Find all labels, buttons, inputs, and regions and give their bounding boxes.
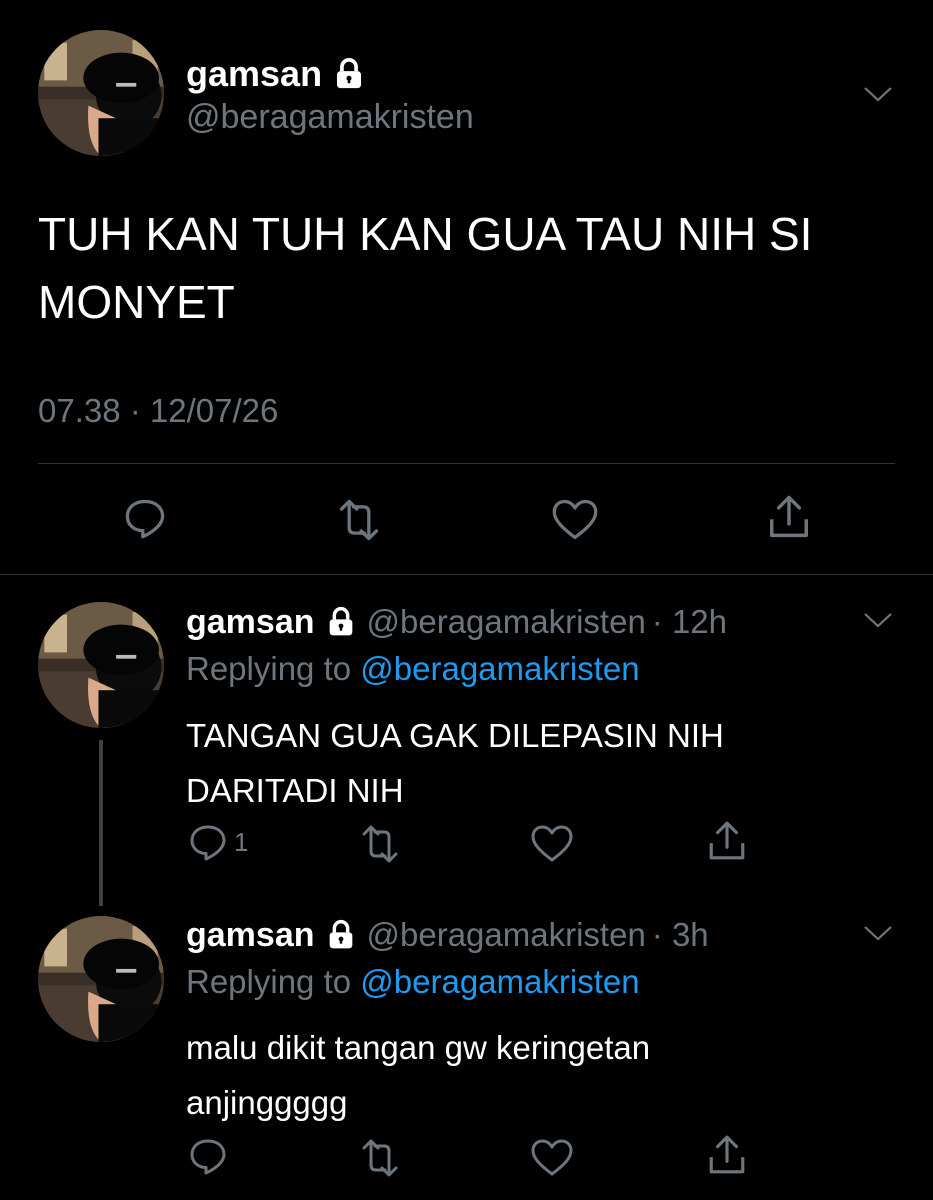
reply-icon[interactable] xyxy=(188,1136,228,1176)
like-icon[interactable] xyxy=(530,824,574,864)
chevron-down-icon[interactable] xyxy=(863,84,893,104)
retweet-icon[interactable] xyxy=(358,1138,402,1178)
reply-header: gamsan @beragamakristen · 3h xyxy=(186,913,709,957)
replying-to-link[interactable]: @beragamakristen xyxy=(360,963,639,1000)
retweet-icon[interactable] xyxy=(335,498,383,542)
author-name[interactable]: gamsan xyxy=(186,603,315,642)
lock-icon xyxy=(325,919,357,951)
author-handle[interactable]: @beragamakristen xyxy=(367,916,646,954)
avatar[interactable] xyxy=(38,602,164,728)
divider xyxy=(0,574,933,575)
reply-time: · 12h xyxy=(651,603,728,640)
divider xyxy=(38,463,895,464)
chevron-down-icon[interactable] xyxy=(863,923,893,943)
replying-to: Replying to @beragamakristen xyxy=(186,963,640,1001)
author-line: gamsan xyxy=(186,52,366,96)
chevron-down-icon[interactable] xyxy=(863,610,893,630)
author-handle[interactable]: @beragamakristen xyxy=(186,98,474,137)
share-icon[interactable] xyxy=(706,1134,748,1176)
replying-label: Replying to xyxy=(186,650,352,687)
author-name[interactable]: gamsan xyxy=(186,916,315,955)
like-icon[interactable] xyxy=(551,498,599,542)
reply-text: malu dikit tangan gw keringetan anjinggg… xyxy=(186,1029,651,1121)
share-icon[interactable] xyxy=(706,820,748,862)
reply-icon[interactable] xyxy=(123,496,167,540)
avatar[interactable] xyxy=(38,916,164,1042)
reply-icon[interactable] xyxy=(188,822,228,862)
reply-header: gamsan @beragamakristen · 12h xyxy=(186,600,727,644)
like-icon[interactable] xyxy=(530,1138,574,1178)
reply-count: 1 xyxy=(234,826,249,857)
avatar[interactable] xyxy=(38,30,164,156)
replying-label: Replying to xyxy=(186,963,352,1000)
author-handle[interactable]: @beragamakristen xyxy=(367,603,646,641)
lock-icon xyxy=(332,57,366,91)
replying-to-link[interactable]: @beragamakristen xyxy=(360,650,639,687)
reply-time: · 3h xyxy=(651,916,709,953)
lock-icon xyxy=(325,606,357,638)
replying-to: Replying to @beragamakristen xyxy=(186,650,640,688)
reply-action-group: 1 xyxy=(188,822,248,862)
tweet-timestamp: 07.38 · 12/07/26 xyxy=(38,392,279,429)
retweet-icon[interactable] xyxy=(358,824,402,864)
author-name[interactable]: gamsan xyxy=(186,53,322,95)
thread-line xyxy=(99,740,103,906)
tweet-text: TUH KAN TUH KAN GUA TAU NIH SI MONYET xyxy=(38,208,813,328)
share-icon[interactable] xyxy=(766,494,812,540)
reply-text: TANGAN GUA GAK DILEPASIN NIH DARITADI NI… xyxy=(186,717,724,809)
